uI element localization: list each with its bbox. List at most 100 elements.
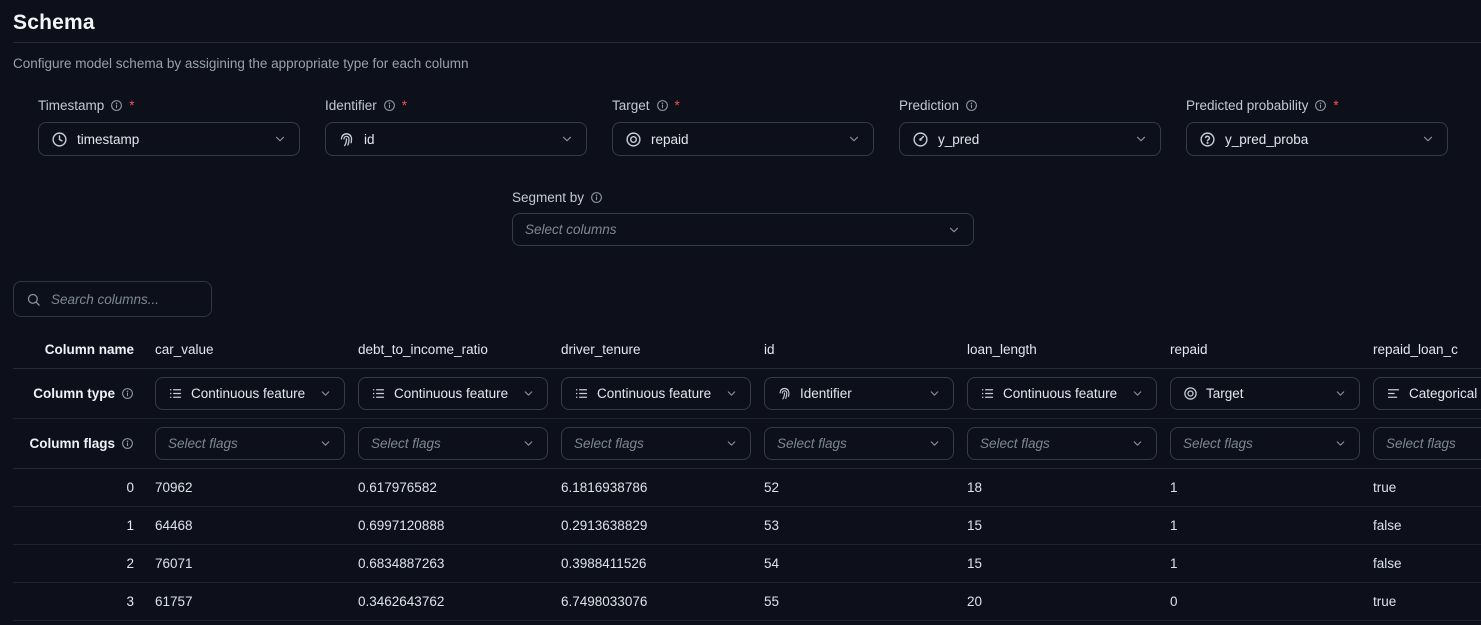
table-cell: 1 bbox=[1157, 480, 1360, 495]
flags-placeholder: Select flags bbox=[371, 436, 441, 451]
info-icon[interactable] bbox=[110, 99, 123, 112]
column-flags-select[interactable]: Select flags bbox=[1373, 427, 1481, 460]
target-field: Target * repaid bbox=[612, 97, 874, 156]
chevron-down-icon bbox=[1134, 132, 1148, 146]
table-cell: 53 bbox=[751, 518, 954, 533]
title-divider bbox=[13, 42, 1481, 43]
target-value: repaid bbox=[651, 132, 689, 147]
chevron-down-icon bbox=[522, 437, 535, 450]
timestamp-label-text: Timestamp bbox=[38, 98, 104, 113]
column-header-loan-length: loan_length bbox=[954, 342, 1157, 357]
column-type-value: Continuous feature bbox=[191, 386, 305, 401]
search-box[interactable] bbox=[13, 281, 212, 317]
column-type-value: Categorical feature bbox=[1409, 386, 1481, 401]
table-cell: 0.6834887263 bbox=[345, 556, 548, 571]
fingerprint-icon bbox=[338, 131, 355, 148]
column-header-id: id bbox=[751, 342, 954, 357]
list-icon bbox=[980, 386, 995, 401]
schema-table: Column name car_value debt_to_income_rat… bbox=[13, 330, 1481, 621]
bars-icon bbox=[1386, 386, 1401, 401]
fingerprint-icon bbox=[777, 386, 792, 401]
info-icon[interactable] bbox=[121, 437, 134, 450]
column-header-repaid: repaid bbox=[1157, 342, 1360, 357]
column-flags-select[interactable]: Select flags bbox=[967, 427, 1157, 460]
column-flags-select[interactable]: Select flags bbox=[764, 427, 954, 460]
page-title: Schema bbox=[13, 11, 95, 35]
probability-value: y_pred_proba bbox=[1225, 132, 1308, 147]
column-type-select[interactable]: Continuous feature bbox=[358, 377, 548, 410]
segment-by-label-text: Segment by bbox=[512, 190, 584, 205]
flags-placeholder: Select flags bbox=[777, 436, 847, 451]
info-icon[interactable] bbox=[656, 99, 669, 112]
timestamp-value: timestamp bbox=[77, 132, 139, 147]
required-asterisk: * bbox=[402, 98, 407, 113]
timestamp-field: Timestamp * timestamp bbox=[38, 97, 300, 156]
column-flags-row: Column flags Select flags Select flags S… bbox=[13, 419, 1481, 469]
prediction-label-text: Prediction bbox=[899, 98, 959, 113]
column-type-select[interactable]: Continuous feature bbox=[155, 377, 345, 410]
column-type-select[interactable]: Continuous feature bbox=[561, 377, 751, 410]
target-icon bbox=[625, 131, 642, 148]
column-flags-select[interactable]: Select flags bbox=[1170, 427, 1360, 460]
chevron-down-icon bbox=[319, 437, 332, 450]
identifier-select[interactable]: id bbox=[325, 122, 587, 156]
chevron-down-icon bbox=[560, 132, 574, 146]
column-type-select[interactable]: Continuous feature bbox=[967, 377, 1157, 410]
required-asterisk: * bbox=[1333, 98, 1338, 113]
prediction-select[interactable]: y_pred bbox=[899, 122, 1161, 156]
info-icon[interactable] bbox=[590, 191, 603, 204]
column-type-row: Column type Continuous feature Continuou… bbox=[13, 369, 1481, 419]
column-flags-select[interactable]: Select flags bbox=[358, 427, 548, 460]
flags-placeholder: Select flags bbox=[574, 436, 644, 451]
table-cell: 61757 bbox=[142, 594, 345, 609]
column-flags-select[interactable]: Select flags bbox=[155, 427, 345, 460]
page-subtitle: Configure model schema by assigining the… bbox=[13, 56, 469, 71]
identifier-value: id bbox=[364, 132, 375, 147]
timestamp-select[interactable]: timestamp bbox=[38, 122, 300, 156]
probability-select[interactable]: y_pred_proba bbox=[1186, 122, 1448, 156]
gauge-icon bbox=[912, 131, 929, 148]
chevron-down-icon bbox=[273, 132, 287, 146]
info-icon[interactable] bbox=[383, 99, 396, 112]
column-type-select[interactable]: Identifier bbox=[764, 377, 954, 410]
column-flags-header-text: Column flags bbox=[29, 436, 115, 451]
list-icon bbox=[574, 386, 589, 401]
info-icon[interactable] bbox=[965, 99, 978, 112]
column-flags-select[interactable]: Select flags bbox=[561, 427, 751, 460]
table-cell: 54 bbox=[751, 556, 954, 571]
info-icon[interactable] bbox=[121, 387, 134, 400]
table-row: 0 70962 0.617976582 6.1816938786 52 18 1… bbox=[13, 469, 1481, 507]
flags-placeholder: Select flags bbox=[168, 436, 238, 451]
table-cell: 18 bbox=[954, 480, 1157, 495]
target-select[interactable]: repaid bbox=[612, 122, 874, 156]
table-cell: false bbox=[1360, 556, 1481, 571]
chevron-down-icon bbox=[847, 132, 861, 146]
segment-by-select[interactable]: Select columns bbox=[512, 213, 974, 246]
column-type-value: Continuous feature bbox=[597, 386, 711, 401]
chevron-down-icon bbox=[725, 437, 738, 450]
identifier-field: Identifier * id bbox=[325, 97, 587, 156]
row-index: 3 bbox=[13, 594, 142, 609]
flags-placeholder: Select flags bbox=[1183, 436, 1253, 451]
list-icon bbox=[168, 386, 183, 401]
table-row: 1 64468 0.6997120888 0.2913638829 53 15 … bbox=[13, 507, 1481, 545]
column-header-car-value: car_value bbox=[142, 342, 345, 357]
info-icon[interactable] bbox=[1314, 99, 1327, 112]
column-flags-header: Column flags bbox=[13, 436, 142, 451]
row-index: 0 bbox=[13, 480, 142, 495]
target-icon bbox=[1183, 386, 1198, 401]
schema-selectors: Timestamp * timestamp Identifier * id Ta… bbox=[38, 97, 1448, 156]
identifier-label: Identifier * bbox=[325, 97, 587, 114]
probability-field: Predicted probability * y_pred_proba bbox=[1186, 97, 1448, 156]
table-cell: 0.6997120888 bbox=[345, 518, 548, 533]
table-cell: 6.7498033076 bbox=[548, 594, 751, 609]
target-label: Target * bbox=[612, 97, 874, 114]
column-type-select[interactable]: Target bbox=[1170, 377, 1360, 410]
required-asterisk: * bbox=[129, 98, 134, 113]
column-type-select[interactable]: Categorical feature bbox=[1373, 377, 1481, 410]
table-cell: 70962 bbox=[142, 480, 345, 495]
table-cell: 20 bbox=[954, 594, 1157, 609]
table-cell: true bbox=[1360, 480, 1481, 495]
timestamp-label: Timestamp * bbox=[38, 97, 300, 114]
search-input[interactable] bbox=[49, 291, 199, 308]
